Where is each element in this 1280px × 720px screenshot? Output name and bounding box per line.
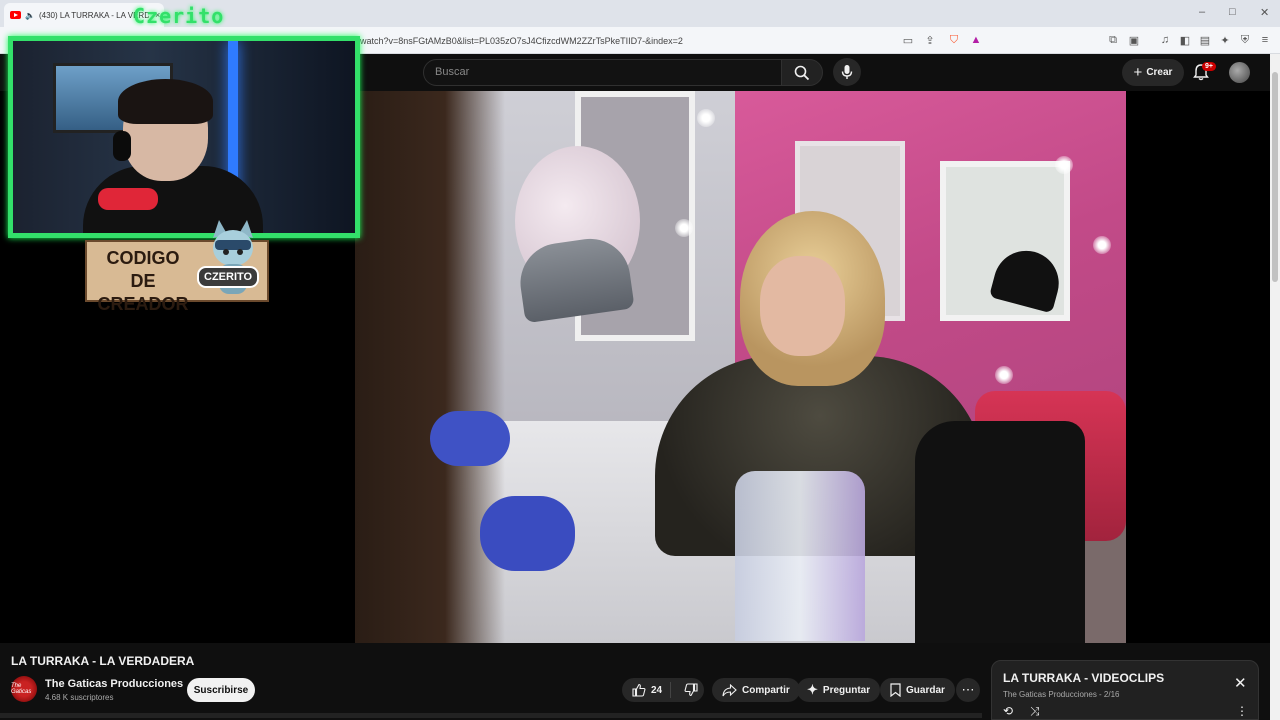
creator-code-tag: CZERITO (197, 266, 260, 288)
window-restore-icon[interactable]: □ (1229, 6, 1236, 18)
cam-streamer-hair (118, 79, 213, 124)
creator-code-text: CODIGO DE CREADOR (91, 247, 195, 316)
loop-icon[interactable]: ⟲ (1003, 704, 1013, 718)
create-label: Crear (1146, 67, 1173, 78)
channel-name[interactable]: The Gaticas Producciones (45, 678, 183, 690)
youtube-favicon-icon (10, 11, 21, 19)
ask-label: Preguntar (822, 684, 871, 696)
create-button[interactable]: + Crear (1122, 59, 1184, 86)
search-input[interactable]: Buscar (423, 59, 782, 86)
scene-bottles (735, 471, 865, 641)
playlist-subtitle: The Gaticas Producciones - 2/16 (1003, 690, 1120, 699)
speaker-icon[interactable]: 🔈 (25, 11, 35, 20)
scene-bulb (1055, 156, 1073, 174)
subscribe-button[interactable]: Suscribirse (187, 678, 255, 702)
more-horizontal-icon: ⋯ (961, 682, 975, 697)
creator-code-line1: CODIGO (106, 248, 180, 268)
like-button[interactable]: 24 (622, 682, 672, 698)
voice-search-button[interactable] (833, 58, 861, 86)
save-label: Guardar (906, 684, 945, 696)
headphones-icon (113, 131, 131, 161)
bookmark-icon (890, 683, 901, 697)
video-info-section: LA TURRAKA - LA VERDADERA The Gaticas Th… (0, 643, 1270, 720)
scene-black-jacket (915, 421, 1085, 643)
save-button[interactable]: Guardar (880, 678, 955, 702)
sidebar-icon[interactable]: ◧ (1178, 33, 1192, 47)
video-frame[interactable] (355, 91, 1126, 643)
like-count: 24 (651, 684, 663, 696)
microphone-prop (98, 188, 158, 210)
menu-icon[interactable]: ≡ (1258, 33, 1272, 47)
tab-search-icon[interactable]: ▣ (1127, 33, 1141, 47)
creator-code-line2: DE CREADOR (97, 271, 189, 314)
page-scrollbar[interactable] (1270, 54, 1280, 720)
scene-bulb (1093, 236, 1111, 254)
creator-code-banner: CODIGO DE CREADOR CZERITO (85, 220, 269, 314)
media-icon[interactable]: ♫ (1158, 33, 1172, 47)
playlist-more-icon[interactable]: ⋮ (1236, 704, 1248, 718)
scene-manicurist (355, 91, 505, 643)
share-label: Compartir (742, 684, 790, 696)
playlist-panel[interactable]: LA TURRAKA - VIDEOCLIPS The Gaticas Prod… (991, 660, 1259, 720)
streamer-webcam-overlay (8, 36, 360, 238)
scrollbar-thumb[interactable] (1272, 72, 1278, 282)
microphone-icon (841, 65, 853, 79)
ask-button[interactable]: ✦ Preguntar (797, 678, 881, 702)
close-icon[interactable]: ✕ (1234, 674, 1247, 692)
thumbs-down-icon (684, 683, 698, 697)
scene-person-face (760, 256, 845, 356)
window-close-icon[interactable]: ✕ (1260, 6, 1269, 19)
more-actions-button[interactable]: ⋯ (956, 678, 980, 702)
share-icon[interactable]: ⇪ (923, 33, 937, 47)
extensions-icon[interactable]: ⧉ (1106, 33, 1120, 47)
notifications-badge: 9+ (1202, 62, 1216, 71)
address-bar[interactable]: watch?v=8nsFGtAMzB0&list=PL035zO7sJ4Cfiz… (360, 30, 990, 51)
scene-bulb (675, 219, 693, 237)
search-placeholder: Buscar (435, 66, 470, 78)
sparkle-icon: ✦ (807, 682, 818, 697)
window-minimize-icon[interactable]: – (1199, 6, 1205, 18)
wallet-icon[interactable]: ▤ (1198, 33, 1212, 47)
cast-icon[interactable]: ▭ (901, 33, 915, 47)
leo-ai-icon[interactable]: ✦ (1218, 33, 1232, 47)
search-button[interactable] (781, 59, 823, 86)
share-arrow-icon (722, 683, 737, 696)
channel-avatar[interactable]: The Gaticas (11, 676, 37, 702)
brave-shield-icon[interactable]: ⛉ (947, 33, 961, 47)
vpn-icon[interactable]: ⛨ (1238, 33, 1252, 47)
streamer-name: Czerito (133, 4, 225, 28)
scene-bulb (697, 109, 715, 127)
thumbs-up-icon (632, 683, 646, 697)
screen: 🔈 (430) LA TURRAKA - LA VERDADERA × – □ … (0, 0, 1280, 720)
scene-glove (430, 411, 510, 466)
share-button[interactable]: Compartir (712, 678, 800, 702)
channel-avatar-text: The Gaticas (11, 683, 32, 695)
user-avatar[interactable] (1229, 62, 1250, 83)
dislike-button[interactable] (676, 683, 706, 697)
scene-bulb (995, 366, 1013, 384)
plus-icon: + (1133, 64, 1143, 81)
url-text: watch?v=8nsFGtAMzB0&list=PL035zO7sJ4Cfiz… (360, 35, 683, 46)
horizontal-scrollbar[interactable] (0, 713, 982, 718)
subscriber-count: 4.68 K suscriptores (45, 693, 114, 702)
shuffle-icon[interactable]: ⤨ (1030, 704, 1040, 719)
playlist-title[interactable]: LA TURRAKA - VIDEOCLIPS (1003, 671, 1164, 685)
video-title: LA TURRAKA - LA VERDADERA (11, 654, 195, 668)
search-icon (794, 65, 810, 80)
scene-glove (480, 496, 575, 571)
brave-rewards-icon[interactable]: ▲ (969, 33, 983, 47)
like-dislike-group: 24 (622, 678, 704, 702)
